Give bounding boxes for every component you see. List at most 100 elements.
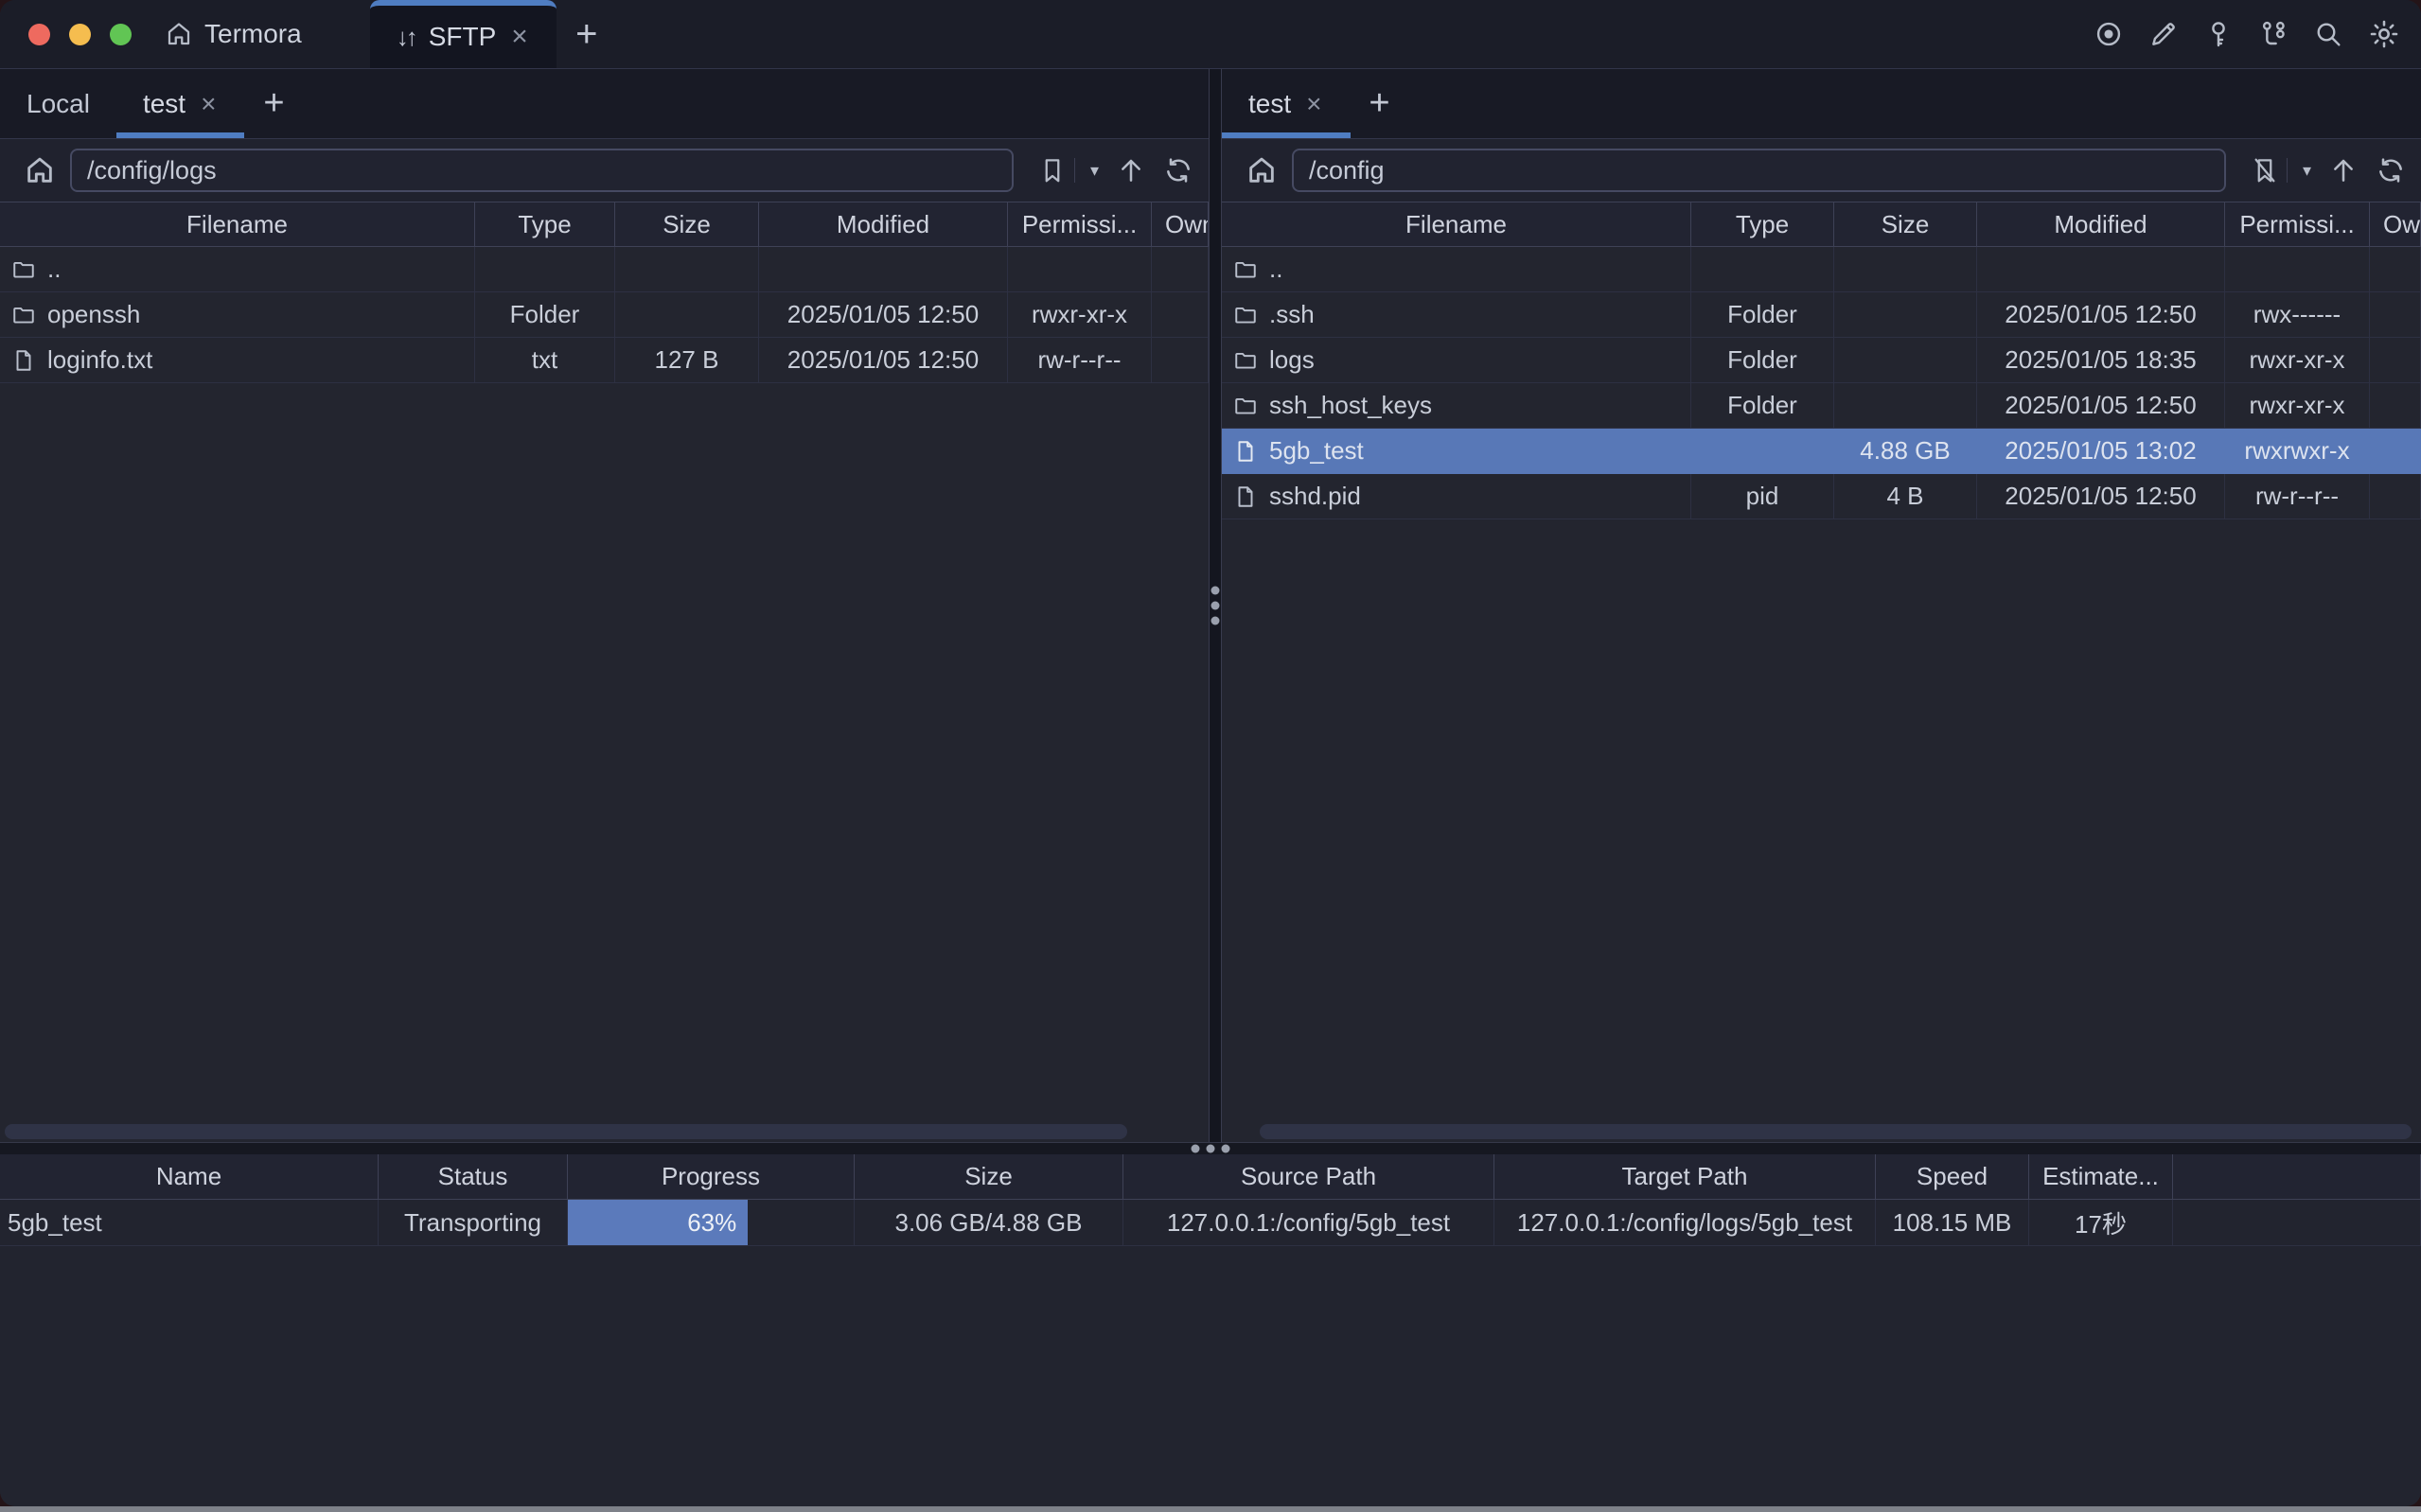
right-add-tab-button[interactable]: + xyxy=(1351,69,1409,138)
table-row[interactable]: ssh_host_keys Folder 2025/01/05 12:50 rw… xyxy=(1222,383,2421,429)
column-header-size[interactable]: Size xyxy=(1834,202,1977,246)
search-icon[interactable] xyxy=(2313,19,2343,49)
column-header-type[interactable]: Type xyxy=(475,202,615,246)
right-bookmark-dropdown-icon[interactable]: ▾ xyxy=(2303,161,2311,181)
tab-test-right[interactable]: test × xyxy=(1222,69,1351,138)
progress-bar: 63% xyxy=(568,1200,748,1245)
column-header-owner[interactable]: Owner xyxy=(1152,202,1209,246)
branch-icon[interactable] xyxy=(2258,19,2288,49)
record-icon[interactable] xyxy=(2094,19,2124,49)
transfer-name: 5gb_test xyxy=(0,1200,379,1246)
left-path-input[interactable] xyxy=(70,149,1014,192)
column-header-filename[interactable]: Filename xyxy=(0,202,475,246)
minimize-window-button[interactable] xyxy=(69,24,91,45)
folder-icon xyxy=(1233,257,1258,282)
right-pane-tabs: test × + xyxy=(1222,69,2421,139)
column-header-size[interactable]: Size xyxy=(855,1154,1123,1199)
pane-splitter[interactable] xyxy=(1209,69,1222,1142)
left-bookmark-dropdown-icon[interactable]: ▾ xyxy=(1090,161,1099,181)
splitter-grip-icon xyxy=(1211,587,1220,625)
column-header-owner[interactable]: Owner xyxy=(2370,202,2421,246)
folder-icon xyxy=(1233,394,1258,418)
left-home-icon[interactable] xyxy=(19,154,61,186)
left-file-table: Filename Type Size Modified Permissi... … xyxy=(0,202,1209,1142)
left-bookmark-group: ▾ xyxy=(1031,156,1099,185)
tab-termora-label: Termora xyxy=(204,19,302,49)
remote-pane: test × + ▾ xyxy=(1222,69,2421,1142)
left-go-up-icon[interactable] xyxy=(1116,155,1146,185)
zoom-window-button[interactable] xyxy=(110,24,132,45)
tab-test-left[interactable]: test × xyxy=(116,69,245,138)
right-bookmark-slash-icon[interactable] xyxy=(2251,156,2279,185)
tab-test-right-close-icon[interactable]: × xyxy=(1304,91,1323,117)
column-header-modified[interactable]: Modified xyxy=(759,202,1008,246)
left-horizontal-scrollbar[interactable] xyxy=(5,1124,1127,1139)
right-go-up-icon[interactable] xyxy=(2328,155,2359,185)
left-add-tab-button[interactable]: + xyxy=(244,69,303,138)
column-header-status[interactable]: Status xyxy=(379,1154,568,1199)
tab-local[interactable]: Local xyxy=(0,69,116,138)
column-header-speed[interactable]: Speed xyxy=(1876,1154,2029,1199)
app-window: Termora ↓↑ SFTP × + xyxy=(0,0,2421,1506)
left-refresh-icon[interactable] xyxy=(1163,155,1193,185)
key-icon[interactable] xyxy=(2203,19,2234,49)
divider xyxy=(1074,158,1075,183)
table-row[interactable]: sshd.pid pid 4 B 2025/01/05 12:50 rw-r--… xyxy=(1222,474,2421,519)
right-refresh-icon[interactable] xyxy=(2376,155,2406,185)
new-window-tab-button[interactable]: + xyxy=(557,0,617,68)
right-path-bar: ▾ xyxy=(1222,139,2421,202)
folder-icon xyxy=(11,257,36,282)
column-header-target-path[interactable]: Target Path xyxy=(1494,1154,1876,1199)
transfer-source-path: 127.0.0.1:/config/5gb_test xyxy=(1123,1200,1494,1246)
right-file-table: Filename Type Size Modified Permissi... … xyxy=(1222,202,2421,1142)
column-header-modified[interactable]: Modified xyxy=(1977,202,2225,246)
column-header-permissions[interactable]: Permissi... xyxy=(2225,202,2370,246)
dual-pane-area: Local test × + ▾ xyxy=(0,69,2421,1142)
table-row[interactable]: openssh Folder 2025/01/05 12:50 rwxr-xr-… xyxy=(0,292,1209,338)
tab-sftp-label: SFTP xyxy=(429,22,497,52)
transfer-estimate: 17秒 xyxy=(2029,1200,2173,1246)
transfer-status: Transporting xyxy=(379,1200,568,1246)
column-header-permissions[interactable]: Permissi... xyxy=(1008,202,1152,246)
column-header-name[interactable]: Name xyxy=(0,1154,379,1199)
left-table-header: Filename Type Size Modified Permissi... … xyxy=(0,202,1209,247)
column-header-source-path[interactable]: Source Path xyxy=(1123,1154,1494,1199)
settings-icon[interactable] xyxy=(2368,18,2400,50)
right-path-input[interactable] xyxy=(1292,149,2226,192)
progress-label: 63% xyxy=(687,1208,736,1238)
home-icon xyxy=(165,20,193,48)
transfer-progress-cell: 63% xyxy=(568,1200,855,1246)
splitter-grip-icon xyxy=(1192,1145,1230,1153)
right-table-header: Filename Type Size Modified Permissi... … xyxy=(1222,202,2421,247)
table-row[interactable]: .ssh Folder 2025/01/05 12:50 rwx------ xyxy=(1222,292,2421,338)
file-icon xyxy=(1233,439,1258,464)
left-pane-tabs: Local test × + xyxy=(0,69,1209,139)
edit-icon[interactable] xyxy=(2148,19,2179,49)
tab-sftp-close-icon[interactable]: × xyxy=(509,23,530,51)
left-path-bar: ▾ xyxy=(0,139,1209,202)
column-header-type[interactable]: Type xyxy=(1691,202,1834,246)
column-header-progress[interactable]: Progress xyxy=(568,1154,855,1199)
column-header-size[interactable]: Size xyxy=(615,202,759,246)
local-pane: Local test × + ▾ xyxy=(0,69,1209,1142)
close-window-button[interactable] xyxy=(28,24,50,45)
table-row[interactable]: loginfo.txt txt 127 B 2025/01/05 12:50 r… xyxy=(0,338,1209,383)
column-header-spacer xyxy=(2173,1154,2421,1199)
transfer-table-header: Name Status Progress Size Source Path Ta… xyxy=(0,1154,2421,1200)
table-row[interactable]: logs Folder 2025/01/05 18:35 rwxr-xr-x xyxy=(1222,338,2421,383)
tab-termora[interactable]: Termora xyxy=(165,0,302,68)
column-header-filename[interactable]: Filename xyxy=(1222,202,1691,246)
table-row-selected[interactable]: 5gb_test 4.88 GB 2025/01/05 13:02 rwxrwx… xyxy=(1222,429,2421,474)
tab-sftp[interactable]: ↓↑ SFTP × xyxy=(370,0,557,68)
transfer-row[interactable]: 5gb_test Transporting 63% 3.06 GB/4.88 G… xyxy=(0,1200,2421,1246)
file-icon xyxy=(1233,484,1258,509)
transfer-panel-splitter[interactable] xyxy=(0,1142,2421,1154)
tab-test-left-close-icon[interactable]: × xyxy=(199,91,218,117)
column-header-estimate[interactable]: Estimate... xyxy=(2029,1154,2173,1199)
right-home-icon[interactable] xyxy=(1241,154,1282,186)
transfer-target-path: 127.0.0.1:/config/logs/5gb_test xyxy=(1494,1200,1876,1246)
table-row[interactable]: .. xyxy=(1222,247,2421,292)
right-horizontal-scrollbar[interactable] xyxy=(1260,1124,2412,1139)
table-row[interactable]: .. xyxy=(0,247,1209,292)
left-bookmark-icon[interactable] xyxy=(1038,156,1067,185)
